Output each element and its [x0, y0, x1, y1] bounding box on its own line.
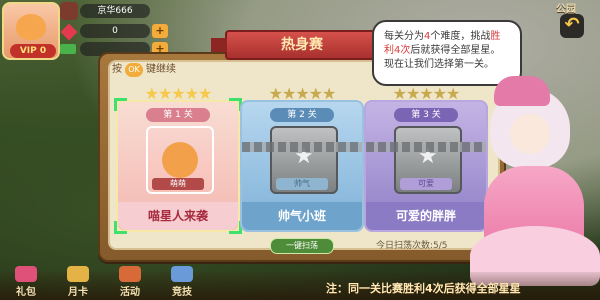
nav-activity-label: 活动 — [120, 287, 140, 298]
park-label[interactable]: 公园 — [556, 0, 576, 15]
ruby-count: 0 — [80, 24, 150, 38]
level-3-tag: 可爱 — [400, 178, 452, 190]
bubble-text: 个难度，挑战 — [430, 31, 491, 42]
activity-icon — [119, 266, 141, 282]
level-card-1[interactable]: ★★★★★ 第 1 关 萌萌 喵星人来袭 — [114, 84, 242, 234]
level-3-stars: ★★★★★ — [392, 84, 461, 103]
gift-icon — [15, 266, 37, 282]
level-3-badge: 第 3 关 — [394, 108, 458, 122]
bubble-highlight: 利 — [384, 45, 394, 56]
nav-compete[interactable]: 竞技 — [162, 266, 202, 298]
sweep-button[interactable]: 一键扫荡 — [270, 238, 334, 254]
hint-prefix: 按 — [112, 64, 122, 75]
vip-badge: VIP 0 — [10, 44, 56, 58]
level-1-tag: 萌萌 — [152, 178, 204, 190]
nav-gift-label: 礼包 — [16, 287, 36, 298]
level-1-name: 喵星人来袭 — [118, 202, 238, 230]
nav-compete-label: 竞技 — [172, 287, 192, 298]
nav-gift[interactable]: 礼包 — [6, 266, 46, 298]
sweep-count: 今日扫荡次数:5/5 — [376, 241, 448, 251]
character-hat — [494, 76, 550, 106]
selection-corner — [114, 98, 127, 111]
cat-icon — [162, 142, 198, 178]
back-arrow-icon[interactable]: ↶ — [560, 14, 584, 38]
selection-corner — [114, 221, 127, 234]
level-card-2[interactable]: ★★★★★ 第 2 关 ★ 帅气 帅气小班 — [240, 84, 364, 232]
guide-character — [470, 76, 600, 300]
level-1-stars: ★★★★★ — [144, 84, 213, 103]
level-3-name: 可爱的胖胖 — [366, 202, 486, 230]
nav-monthcard-label: 月卡 — [68, 287, 88, 298]
player-name: 京华666 — [80, 4, 150, 18]
bubble-highlight: 胜 — [490, 31, 501, 42]
hint-suffix: 键继续 — [146, 64, 176, 75]
character-face — [510, 114, 550, 154]
level-1-badge: 第 1 关 — [146, 108, 210, 122]
nav-activity[interactable]: 活动 — [110, 266, 150, 298]
cash-icon — [60, 44, 76, 54]
add-ruby-button[interactable]: + — [152, 24, 168, 38]
level-2-name: 帅气小班 — [242, 202, 362, 230]
bottom-note: 注：同一关比赛胜利4次后获得全部星星 — [326, 282, 521, 295]
player-name-icon — [60, 2, 78, 20]
level-2-tag: 帅气 — [276, 178, 328, 190]
one-key-hint: 按 OK 键继续 — [112, 60, 176, 77]
chain-icon — [366, 142, 486, 152]
cat-avatar-icon — [16, 14, 46, 40]
ok-key-icon: OK — [125, 63, 143, 77]
level-2-badge: 第 2 关 — [270, 108, 334, 122]
level-2-stars: ★★★★★ — [268, 84, 337, 103]
card-icon — [67, 266, 89, 282]
panel-title: 热身赛 — [211, 30, 393, 60]
bubble-highlight: 次 — [400, 45, 411, 56]
chain-icon — [242, 142, 362, 152]
player-avatar[interactable]: VIP 0 — [2, 2, 60, 60]
bubble-text: 每关分为 — [384, 31, 424, 42]
compete-icon — [171, 266, 193, 282]
nav-monthcard[interactable]: 月卡 — [58, 266, 98, 298]
